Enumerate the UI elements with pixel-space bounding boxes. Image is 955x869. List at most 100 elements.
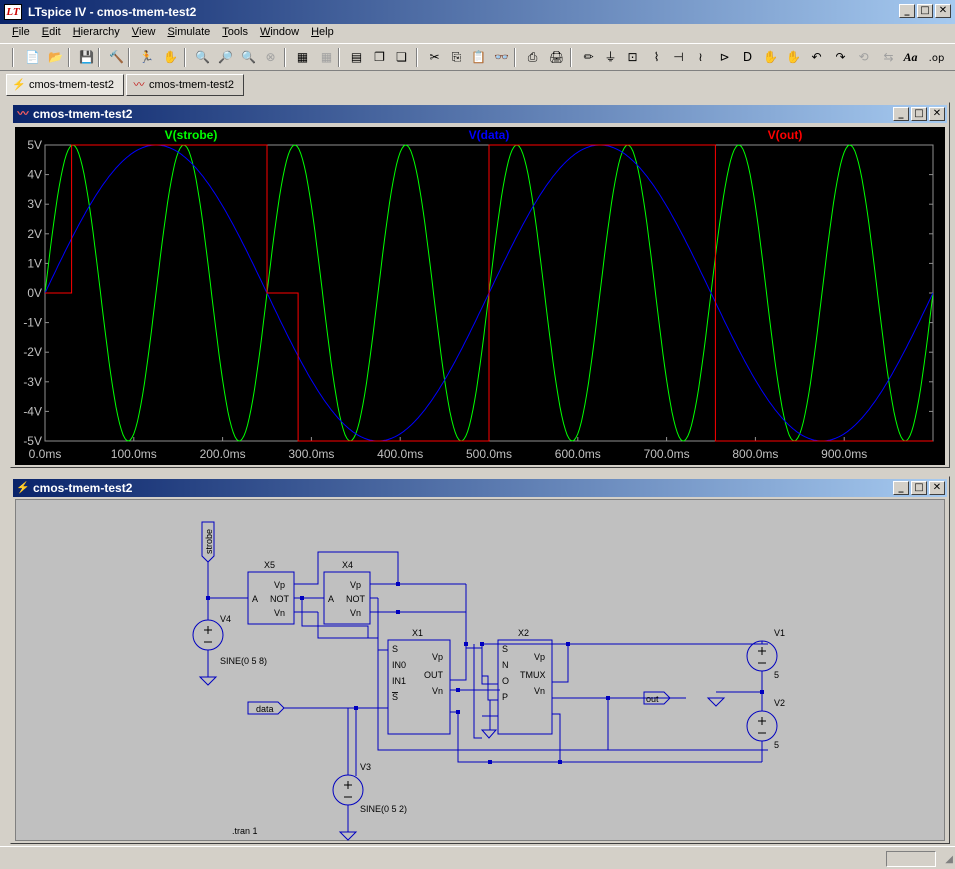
text-icon: Aa: [903, 50, 918, 64]
text-button[interactable]: Aa: [900, 47, 921, 68]
x1-pin-in0: IN0: [392, 660, 406, 670]
y-tick-label: -1V: [23, 316, 42, 330]
find-button[interactable]: 👓: [491, 47, 512, 68]
v4-source[interactable]: [192, 619, 224, 651]
undo-button[interactable]: ↶: [806, 47, 827, 68]
toolbar-separator: [128, 48, 130, 67]
data-label-text: data: [256, 704, 274, 714]
print-button[interactable]: 🖨: [546, 47, 567, 68]
menu-file[interactable]: File: [6, 24, 36, 42]
resistor-button[interactable]: ⌇: [646, 47, 667, 68]
drag-button[interactable]: ✋: [783, 47, 804, 68]
menu-edit[interactable]: Edit: [36, 24, 67, 42]
waveform-window-titlebar[interactable]: 〰 cmos-tmem-test2 _ □ ✕: [13, 105, 947, 123]
minimize-button[interactable]: _: [899, 4, 915, 18]
diode-button[interactable]: ⊳: [714, 47, 735, 68]
close-button[interactable]: ✕: [929, 481, 945, 495]
open-button[interactable]: 📂: [45, 47, 66, 68]
schematic-window[interactable]: ⚡ cmos-tmem-test2 _ □ ✕ X5 A Vp NOT Vn X…: [10, 476, 950, 844]
capacitor-button[interactable]: ⊣: [668, 47, 689, 68]
component-button[interactable]: D: [737, 47, 758, 68]
tile-horizontal-icon: ▤: [350, 50, 363, 64]
save-button[interactable]: 💾: [76, 47, 97, 68]
waveform-plot[interactable]: 5V 4V 3V 2V 1V 0V -1V -2V -3V -4V -5V 0.0ms 100.0ms 2…: [15, 127, 945, 465]
print-preview-button[interactable]: ⎙: [522, 47, 543, 68]
menu-simulate[interactable]: Simulate: [161, 24, 216, 42]
strobe-label-text: strobe: [204, 529, 214, 554]
run-button[interactable]: 🏃: [136, 47, 157, 68]
copy-button[interactable]: ⎘: [446, 47, 467, 68]
waveform-icon: 〰: [17, 108, 29, 120]
ground-symbol: [198, 676, 218, 686]
resize-grip-icon[interactable]: ◢: [939, 853, 953, 867]
run-icon: 🏃: [139, 50, 154, 64]
zoom-fit-button[interactable]: ⊗: [260, 47, 281, 68]
app-titlebar[interactable]: LT LTspice IV - cmos-tmem-test2 _ □ ✕: [0, 0, 955, 24]
new-schematic-button[interactable]: 📄: [22, 47, 43, 68]
control-panel-button[interactable]: 🔨: [106, 47, 127, 68]
x4-pin-vp: Vp: [350, 580, 361, 590]
minimize-button[interactable]: _: [893, 107, 909, 121]
pan-button[interactable]: ✋: [160, 47, 181, 68]
mirror-button[interactable]: ⇆: [878, 47, 899, 68]
close-button[interactable]: ✕: [935, 4, 951, 18]
menu-tools[interactable]: Tools: [216, 24, 254, 42]
ground-button[interactable]: ⏚: [600, 47, 621, 68]
schematic-canvas[interactable]: X5 A Vp NOT Vn X4 A Vp NOT Vn X1 S IN0 I…: [15, 499, 945, 841]
v1-source[interactable]: [746, 640, 778, 672]
toolbar-separator: [284, 48, 286, 67]
move-button[interactable]: ✋: [760, 47, 781, 68]
zoom-area-button[interactable]: 🔎: [215, 47, 236, 68]
maximize-button[interactable]: □: [911, 481, 927, 495]
spice-directive[interactable]: .tran 1: [232, 826, 258, 836]
redo-button[interactable]: ↷: [830, 47, 851, 68]
ground-icon: ⏚: [604, 50, 617, 64]
menu-help[interactable]: Help: [305, 24, 340, 42]
x2-pin-vn: Vn: [534, 686, 545, 696]
zoom-in-button[interactable]: 🔍: [192, 47, 213, 68]
spice-directive-button[interactable]: .op: [926, 47, 947, 68]
tab-schematic[interactable]: ⚡ cmos-tmem-test2: [6, 74, 124, 96]
close-button[interactable]: ✕: [929, 107, 945, 121]
x1-label: X1: [412, 628, 423, 638]
legend-vstrobe: V(strobe): [165, 128, 218, 142]
y-tick-label: 3V: [27, 197, 42, 211]
toolbar-separator: [12, 48, 14, 67]
x-tick-label: 200.0ms: [200, 447, 246, 461]
schematic-window-title: cmos-tmem-test2: [33, 481, 133, 495]
autorange-button[interactable]: ▦: [292, 47, 313, 68]
tab-label: cmos-tmem-test2: [149, 79, 234, 91]
maximize-button[interactable]: □: [917, 4, 933, 18]
x-tick-label: 400.0ms: [377, 447, 423, 461]
schematic-drawing[interactable]: X5 A Vp NOT Vn X4 A Vp NOT Vn X1 S IN0 I…: [16, 500, 946, 842]
zoom-area-icon: 🔎: [218, 50, 233, 64]
inductor-button[interactable]: ≀: [690, 47, 711, 68]
tile-horizontal-button[interactable]: ▤: [346, 47, 367, 68]
pan-icon: ✋: [163, 50, 178, 64]
draw-wire-button[interactable]: ✏: [578, 47, 599, 68]
cut-button[interactable]: ✂: [424, 47, 445, 68]
v3-source[interactable]: [332, 774, 364, 806]
tile-vertical-icon: ❏: [396, 50, 407, 64]
zoom-out-button[interactable]: 🔍: [238, 47, 259, 68]
tab-waveform[interactable]: 〰 cmos-tmem-test2: [126, 74, 244, 96]
tile-vertical-button[interactable]: ❏: [391, 47, 412, 68]
menu-hierarchy[interactable]: Hierarchy: [67, 24, 126, 42]
maximize-button[interactable]: □: [911, 107, 927, 121]
rotate-button[interactable]: ⟲: [853, 47, 874, 68]
waveform-chart[interactable]: 5V 4V 3V 2V 1V 0V -1V -2V -3V -4V -5V0.0ms 100.0ms 2…: [15, 127, 945, 465]
minimize-button[interactable]: _: [893, 481, 909, 495]
label-net-button[interactable]: ⊡: [622, 47, 643, 68]
cascade-button[interactable]: ❐: [369, 47, 390, 68]
x1-pin-out: OUT: [424, 670, 444, 680]
menu-window[interactable]: Window: [254, 24, 305, 42]
grid-button[interactable]: ▦: [316, 47, 337, 68]
y-tick-label: -4V: [23, 404, 42, 418]
waveform-window[interactable]: 〰 cmos-tmem-test2 _ □ ✕ 5V 4V 3V 2V 1V 0V -1V -…: [10, 102, 950, 468]
resistor-icon: ⌇: [653, 50, 660, 64]
schematic-window-titlebar[interactable]: ⚡ cmos-tmem-test2 _ □ ✕: [13, 479, 947, 497]
v2-source[interactable]: [746, 710, 778, 742]
x5-pin-vp: Vp: [274, 580, 285, 590]
paste-button[interactable]: 📋: [468, 47, 489, 68]
menu-view[interactable]: View: [126, 24, 162, 42]
